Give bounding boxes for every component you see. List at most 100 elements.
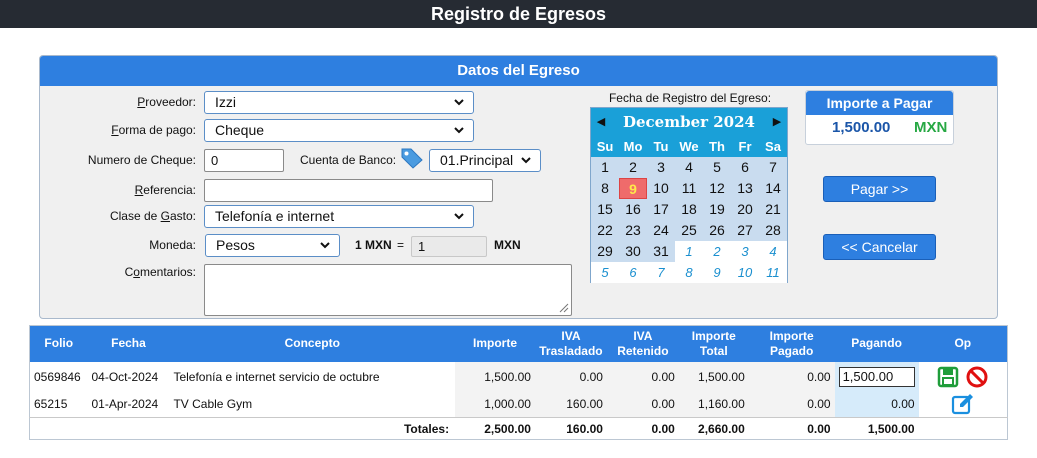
chevron-down-icon	[454, 213, 464, 220]
clase-gasto-value: Telefonía e internet	[215, 208, 335, 224]
calendar-day[interactable]: 8	[591, 178, 619, 199]
calendar-day[interactable]: 5	[703, 157, 731, 178]
calendar-day[interactable]: 21	[759, 199, 787, 220]
cuenta-banco-select[interactable]: 01.Principal	[429, 149, 541, 172]
cell-concepto: TV Cable Gym	[173, 397, 253, 412]
calendar-day[interactable]: 11	[675, 178, 703, 199]
calendar-day-other-month[interactable]: 1	[675, 241, 703, 262]
calendar-day[interactable]: 14	[759, 178, 787, 199]
cell-importe-pagado: 0.00	[748, 361, 835, 392]
calendar-day[interactable]: 10	[647, 178, 675, 199]
col-iva-retenido: IVA Retenido	[606, 325, 679, 362]
chevron-down-icon	[454, 127, 464, 134]
cuenta-banco-label: Cuenta de Banco:	[300, 153, 397, 167]
prev-month-icon[interactable]: ◀	[593, 108, 609, 136]
calendar-day-other-month[interactable]: 7	[647, 262, 675, 283]
calendar-day[interactable]: 3	[647, 157, 675, 178]
calendar-day[interactable]: 18	[675, 199, 703, 220]
calendar-day-other-month[interactable]: 2	[703, 241, 731, 262]
rate-prefix: 1 MXN	[355, 238, 392, 252]
calendar-day-other-month[interactable]: 3	[731, 241, 759, 262]
calendar-day[interactable]: 4	[675, 157, 703, 178]
calendar-day[interactable]: 15	[591, 199, 619, 220]
calendar-day-other-month[interactable]: 10	[731, 262, 759, 283]
calendar-day-other-month[interactable]: 5	[591, 262, 619, 283]
next-month-icon[interactable]: ▶	[769, 108, 785, 136]
num-cheque-input[interactable]: 0	[204, 149, 284, 172]
weekday-label: Mo	[619, 136, 647, 157]
pagando-input[interactable]: 0.00	[834, 391, 919, 418]
egresos-table: Folio Fecha Concepto Importe IVA Traslada…	[29, 325, 1008, 440]
calendar-day[interactable]: 1	[591, 157, 619, 178]
chevron-down-icon	[320, 242, 330, 249]
calendar-day[interactable]: 29	[591, 241, 619, 262]
calendar-weekdays: Su Mo Tu We Th Fr Sa	[591, 136, 787, 157]
cancel-icon[interactable]	[966, 366, 988, 388]
cell-importe: 1,000.00	[455, 391, 535, 418]
comentarios-label: Comentarios:	[124, 265, 196, 279]
calendar-day[interactable]: 19	[703, 199, 731, 220]
comentarios-textarea[interactable]	[204, 264, 572, 316]
cell-fecha: 01-Apr-2024	[91, 397, 159, 412]
calendar-day-other-month[interactable]: 8	[675, 262, 703, 283]
calendar-day-other-month[interactable]: 11	[759, 262, 787, 283]
calendar: ◀ December 2024 ▶ Su Mo Tu We Th Fr Sa 1…	[590, 107, 788, 283]
calendar-day[interactable]: 7	[759, 157, 787, 178]
calendar-day[interactable]: 20	[731, 199, 759, 220]
forma-pago-value: Cheque	[215, 122, 265, 138]
cell-folio: 0569846	[34, 369, 81, 384]
resize-handle-icon[interactable]	[559, 303, 569, 313]
calendar-day[interactable]: 27	[731, 220, 759, 241]
forma-pago-select[interactable]: Cheque	[204, 119, 474, 142]
calendar-day[interactable]: 12	[703, 178, 731, 199]
calendar-day[interactable]: 16	[619, 199, 647, 220]
total-op-empty	[918, 417, 1008, 440]
cancelar-button[interactable]: << Cancelar	[823, 234, 936, 260]
referencia-input[interactable]	[204, 179, 493, 202]
col-pagando: Pagando	[834, 325, 919, 362]
chevron-down-icon	[454, 99, 464, 106]
col-iva-trasladado: IVA Trasladado	[534, 325, 607, 362]
edit-icon[interactable]	[951, 393, 975, 415]
importe-currency: MXN	[914, 119, 948, 136]
cell-iva-retenido: 0.00	[606, 391, 679, 418]
calendar-day[interactable]: 13	[731, 178, 759, 199]
exchange-rate-input[interactable]: 1	[411, 236, 487, 257]
calendar-day[interactable]: 31	[647, 241, 675, 262]
calendar-day[interactable]: 6	[731, 157, 759, 178]
calendar-day[interactable]: 24	[647, 220, 675, 241]
forma-pago-label: Forma de pago:	[111, 123, 196, 137]
calendar-day[interactable]: 25	[675, 220, 703, 241]
calendar-day[interactable]: 28	[759, 220, 787, 241]
calendar-day[interactable]: 26	[703, 220, 731, 241]
calendar-day[interactable]: 23	[619, 220, 647, 241]
calendar-day[interactable]: 9	[619, 178, 647, 199]
calendar-day[interactable]: 30	[619, 241, 647, 262]
calendar-day[interactable]: 22	[591, 220, 619, 241]
calendar-day-other-month[interactable]: 4	[759, 241, 787, 262]
col-importe: Importe	[455, 325, 535, 362]
calendar-day[interactable]: 17	[647, 199, 675, 220]
clase-gasto-select[interactable]: Telefonía e internet	[204, 205, 474, 228]
save-icon[interactable]	[937, 366, 959, 388]
calendar-day-other-month[interactable]: 6	[619, 262, 647, 283]
pagando-input[interactable]: 1,500.00	[838, 366, 915, 387]
weekday-label: Sa	[759, 136, 787, 157]
table-row: 0569846 04-Oct-2024 Telefonía e internet…	[30, 361, 1008, 392]
calendar-week: 1234567	[591, 157, 787, 178]
pagar-button[interactable]: Pagar >>	[823, 176, 936, 202]
page: Registro de Egresos Datos del Egreso Pro…	[0, 0, 1037, 458]
moneda-select[interactable]: Pesos	[205, 234, 340, 257]
rate-equals: =	[397, 238, 405, 252]
calendar-week: 22 23 24 25 26 27 28	[591, 220, 787, 241]
moneda-label: Moneda:	[149, 238, 196, 252]
calendar-day[interactable]: 2	[619, 157, 647, 178]
calendar-day-other-month[interactable]: 9	[703, 262, 731, 283]
proveedor-label: Proveedor:	[137, 95, 196, 109]
col-op: Op	[918, 325, 1008, 362]
calendar-label: Fecha de Registro del Egreso:	[608, 91, 772, 105]
importe-box: Importe a Pagar 1,500.00 MXN	[805, 90, 954, 145]
proveedor-select[interactable]: Izzi	[204, 91, 474, 114]
cell-concepto: Telefonía e internet servicio de octubre	[173, 369, 380, 384]
calendar-days: 1 2 3 4 5 6 7 8 9 10 11 12 13 14 15 16 17 18 19 20 21 22 23 24 2…	[591, 157, 787, 283]
